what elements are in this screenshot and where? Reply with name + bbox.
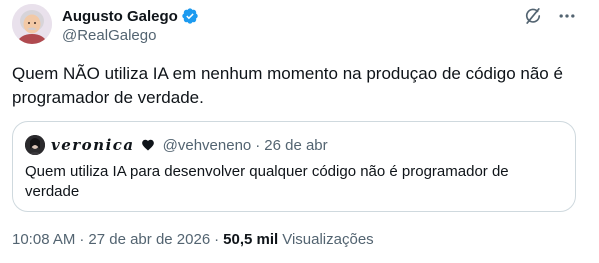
author-display-name[interactable]: Augusto Galego [62,8,178,25]
separator-dot: · [214,231,220,248]
tweet-actions-top [523,6,577,26]
views-label: Visualizações [282,231,374,248]
black-heart-icon [141,138,155,152]
quoted-author-avatar [25,135,45,155]
quoted-tweet-text: Quem utiliza IA para desenvolver qualque… [25,163,509,200]
tweet-meta: 10:08 AM · 27 de abr de 2026 · 50,5 mil … [12,231,374,248]
author-name-row: Augusto Galego [62,6,199,26]
tweet-time[interactable]: 10:08 AM [12,231,75,248]
quoted-tweet-date: 26 de abr [264,136,328,154]
quoted-tweet-card[interactable]: veronica @vehveneno · 26 de abr Quem uti… [12,121,576,212]
more-icon[interactable] [557,6,577,26]
tweet-date[interactable]: 27 de abr de 2026 [88,231,210,248]
separator-dot: · [255,136,261,154]
tweet: Augusto Galego @RealGalego Quem NÃO util… [0,0,599,263]
author-avatar[interactable] [12,4,52,44]
quoted-author-display-name: veronica [51,136,135,154]
grok-icon[interactable] [523,6,543,26]
quoted-tweet-header: veronica @vehveneno · 26 de abr [25,134,328,156]
tweet-text: Quem NÃO utiliza IA em nenhum momento na… [12,64,563,107]
author-handle[interactable]: @RealGalego [62,27,156,44]
verified-badge-icon [181,7,199,25]
views-count: 50,5 mil [223,231,279,248]
quoted-author-handle: @vehveneno [162,136,252,154]
separator-dot: · [79,231,85,248]
